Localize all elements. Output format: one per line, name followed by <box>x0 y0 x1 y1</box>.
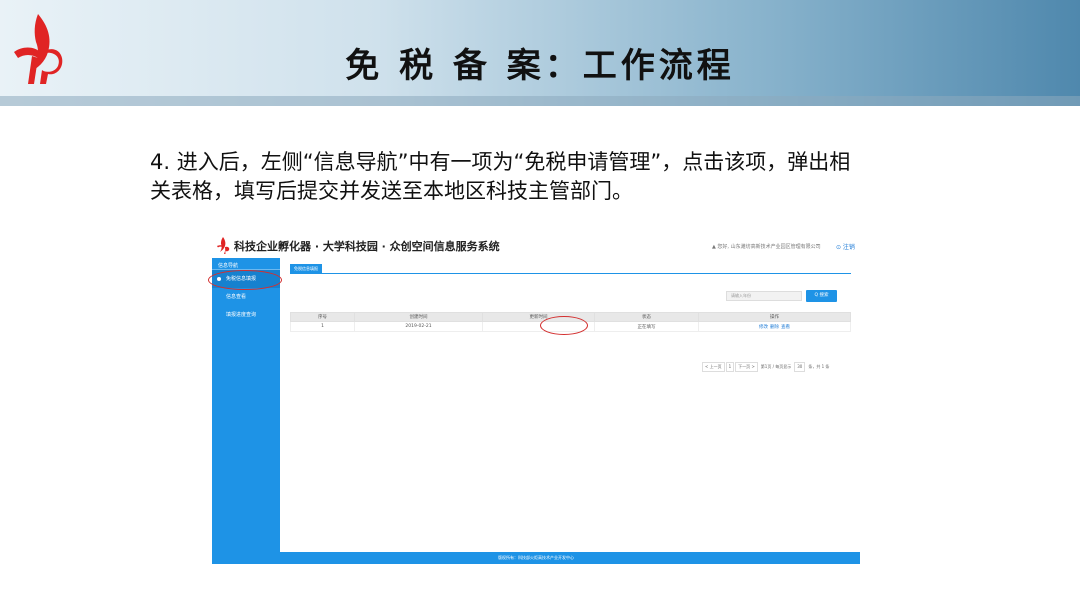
highlight-circle-sidebar <box>208 270 282 290</box>
user-info: ▲ 您好, 山东潍坊高新技术产业园区管理有限公司 <box>712 244 821 250</box>
edit-link[interactable]: 修改 <box>759 325 768 330</box>
slide: 免 税 备 案：工作流程 4. 进入后，左侧“信息导航”中有一项为“免税申请管理… <box>0 0 1080 608</box>
slide-title: 免 税 备 案：工作流程 <box>345 46 735 86</box>
sidebar: 信息导航 免税信息填报 信息查看 填报进度查询 <box>212 258 280 552</box>
cell-ops: 修改 删除 查看 <box>698 321 851 332</box>
pager-total: 条，共 1 条 <box>808 364 830 369</box>
instruction-text: 4. 进入后，左侧“信息导航”中有一项为“免税申请管理”，点击该项，弹出相 关表… <box>150 148 950 206</box>
search-input[interactable]: 请输入年份 <box>726 291 802 301</box>
page-number-button[interactable]: 1 <box>725 362 735 372</box>
cell-created: 2019-02-21 <box>354 321 483 332</box>
col-header: 创建时间 <box>354 312 483 322</box>
col-header: 操作 <box>698 312 851 322</box>
delete-link[interactable]: 删除 <box>770 325 779 330</box>
app-header: 科技企业孵化器 · 大学科技园 · 众创空间信息服务系统 ▲ 您好, 山东潍坊高… <box>212 234 860 258</box>
sidebar-item-info-view[interactable]: 信息查看 <box>212 288 280 306</box>
search-button[interactable]: Q 搜索 <box>806 290 837 302</box>
instruction-line-1: 4. 进入后，左侧“信息导航”中有一项为“免税申请管理”，点击该项，弹出相 <box>150 150 851 174</box>
app-logo-icon <box>217 237 230 254</box>
highlight-circle-ops <box>540 316 588 335</box>
tab-tax-exemption[interactable]: 免税信息填报 <box>290 264 322 274</box>
app-title: 科技企业孵化器 · 大学科技园 · 众创空间信息服务系统 <box>234 240 500 253</box>
sidebar-item-progress[interactable]: 填报进度查询 <box>212 306 280 324</box>
tab-bar: 免税信息填报 <box>290 264 851 274</box>
pagination: < 上一页 1 下一页 > 第1页 / 每页显示 30 条，共 1 条 <box>702 362 832 372</box>
main-panel: 免税信息填报 请输入年份 Q 搜索 序号 创建时间 更新时间 状态 操作 1 2… <box>280 258 860 552</box>
logout-link[interactable]: ⊙ 注销 <box>836 242 855 251</box>
sidebar-header: 信息导航 <box>212 258 280 270</box>
app-screenshot: 科技企业孵化器 · 大学科技园 · 众创空间信息服务系统 ▲ 您好, 山东潍坊高… <box>212 234 860 564</box>
pager-info: 第1页 / 每页显示 <box>760 364 792 369</box>
view-link[interactable]: 查看 <box>781 325 790 330</box>
col-header: 状态 <box>594 312 699 322</box>
sidebar-item-label: 填报进度查询 <box>226 312 257 318</box>
cell-no: 1 <box>290 321 355 332</box>
col-header: 序号 <box>290 312 355 322</box>
header-banner-stripe <box>0 96 1080 106</box>
instruction-line-2: 关表格，填写后提交并发送至本地区科技主管部门。 <box>150 179 633 203</box>
cell-status: 正在填写 <box>594 321 699 332</box>
prev-page-button[interactable]: < 上一页 <box>702 362 725 372</box>
next-page-button[interactable]: 下一页 > <box>735 362 758 372</box>
app-footer: 版权所有：科技部火炬高技术产业开发中心 <box>212 552 860 564</box>
sidebar-item-label: 信息查看 <box>226 294 247 300</box>
page-size-select[interactable]: 30 <box>794 362 806 372</box>
